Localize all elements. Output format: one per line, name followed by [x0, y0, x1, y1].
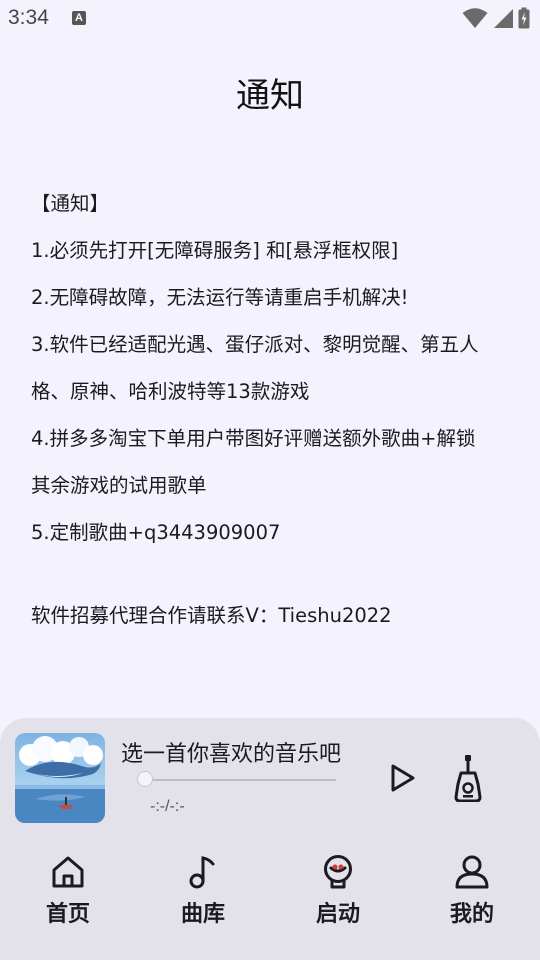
status-time: 3:34 [8, 6, 49, 29]
notice-line: 4.拼多多淘宝下单用户带图好评赠送额外歌曲+解锁 [31, 427, 476, 450]
nav-item-library[interactable]: 曲库 [153, 854, 253, 950]
home-icon [52, 856, 84, 888]
signal-icon [494, 9, 513, 28]
notice-line: 3.软件已经适配光遇、蛋仔派对、黎明觉醒、第五人 [31, 333, 479, 356]
battery-icon [518, 7, 530, 29]
nav-item-home[interactable]: 首页 [18, 854, 118, 950]
progress-track[interactable] [137, 779, 336, 781]
playback-time: -:-/-:- [150, 798, 185, 815]
nav-label-home: 首页 [45, 902, 90, 927]
notice-content: 【通知】 1.必须先打开[无障碍服务] 和[悬浮框权限] 2.无障碍故障，无法运… [31, 180, 521, 639]
notice-line: 5.定制歌曲+q3443909007 [31, 521, 281, 544]
status-icons [462, 7, 530, 29]
accessibility-a-icon: A [72, 11, 86, 25]
music-note-icon [189, 856, 215, 889]
guitar-icon[interactable] [450, 754, 486, 802]
notice-line: 其余游戏的试用歌单 [31, 474, 207, 497]
notice-line: 1.必须先打开[无障碍服务] 和[悬浮框权限] [31, 239, 399, 262]
bottom-nav: 首页 曲库 启动 我的 [0, 840, 540, 960]
mini-player[interactable]: 选一首你喜欢的音乐吧 -:-/-:- [0, 718, 540, 840]
wifi-icon [462, 8, 488, 28]
notice-contact: 软件招募代理合作请联系V：Tieshu2022 [31, 604, 392, 627]
nav-item-mine[interactable]: 我的 [422, 854, 522, 950]
launch-icon [324, 855, 352, 889]
page-title: 通知 [236, 76, 304, 116]
status-bar: 3:34 A [0, 0, 540, 38]
user-icon [455, 855, 489, 889]
nav-label-library: 曲库 [180, 902, 225, 927]
notice-line: 格、原神、哈利波特等13款游戏 [31, 380, 310, 403]
nav-item-launch[interactable]: 启动 [288, 854, 388, 950]
notice-heading: 【通知】 [31, 192, 110, 215]
nav-label-launch: 启动 [315, 902, 360, 927]
notice-line: 2.无障碍故障，无法运行等请重启手机解决! [31, 286, 409, 309]
nav-label-mine: 我的 [449, 902, 494, 927]
song-title: 选一首你喜欢的音乐吧 [121, 742, 342, 767]
progress-thumb[interactable] [137, 771, 153, 787]
play-icon[interactable] [386, 762, 418, 794]
album-art[interactable] [15, 733, 105, 823]
